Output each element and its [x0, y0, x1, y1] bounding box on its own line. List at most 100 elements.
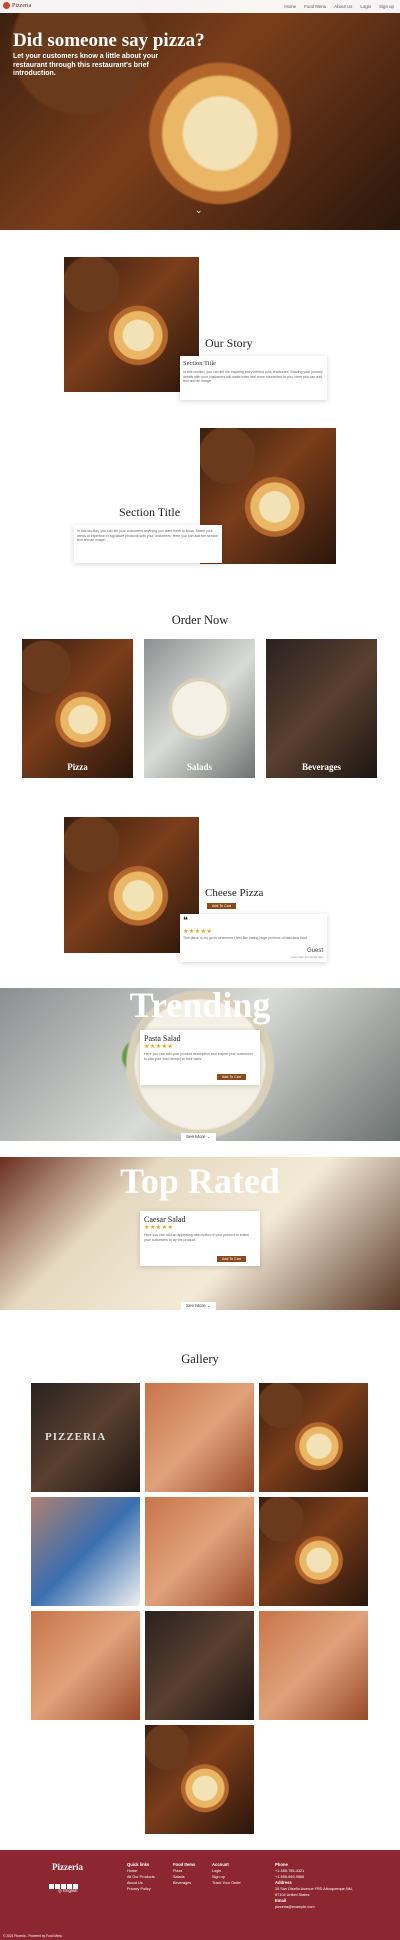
footer-account: Account Login Sign up Track Your Order: [212, 1862, 241, 1886]
review-card: ❝ ★★★★★ This place is my go-to whenever …: [180, 914, 327, 962]
trending-add-to-cart-button[interactable]: Add To Cart: [217, 1074, 246, 1080]
section2-heading: Section Title: [119, 505, 181, 519]
gallery-image-4[interactable]: [31, 1497, 140, 1606]
phone-1[interactable]: +1-555-755-4321: [275, 1869, 304, 1873]
phone-2[interactable]: +1-555-649-9866: [275, 1875, 304, 1879]
quick-links-title: Quick links: [127, 1862, 150, 1867]
language-label: English: [63, 1888, 78, 1893]
review-time: more than 3 months ago: [290, 955, 323, 959]
footer-link-salads[interactable]: Salads: [173, 1875, 185, 1879]
footer-link-all-products[interactable]: All Our Products: [127, 1875, 155, 1879]
main-nav: Home Food Menu About Us Login Sign up: [284, 4, 394, 9]
nav-food-menu[interactable]: Food Menu: [304, 4, 326, 9]
toprated-heading: Top Rated: [120, 1161, 280, 1201]
trending-see-more-label: See More: [186, 1134, 206, 1139]
category-beverages-label: Beverages: [302, 762, 341, 772]
featured-pizza-image: [64, 817, 199, 953]
copyright: © 2024 Pizzeria - Powered by Food Menu: [3, 1934, 63, 1938]
chevron-down-icon: ⌄: [206, 1303, 211, 1308]
trending-see-more-button[interactable]: See More ⌄: [181, 1133, 216, 1141]
toprated-card: Caesar Salad ★★★★★ Here you can add an a…: [140, 1211, 260, 1266]
quote-icon: ❝: [183, 915, 188, 925]
footer-link-home[interactable]: Home: [127, 1869, 137, 1873]
nav-login[interactable]: Login: [360, 4, 371, 9]
section2-card-text: In this section, you can tell your custo…: [77, 529, 219, 543]
story-heading: Our Story: [205, 336, 253, 350]
gallery-heading: Gallery: [181, 1352, 219, 1366]
gallery-image-5[interactable]: [145, 1497, 254, 1606]
trending-heading: Trending: [129, 988, 271, 1025]
footer-link-beverages[interactable]: Beverages: [173, 1881, 191, 1885]
phone-title: Phone: [275, 1862, 288, 1867]
featured-add-to-cart-button[interactable]: Add To Cart: [207, 903, 236, 909]
review-text: This place is my go-to whenever I feel l…: [183, 936, 308, 940]
email-link[interactable]: pizzeria@example.com: [275, 1905, 315, 1909]
toprated-see-more-button[interactable]: See More ⌄: [181, 1302, 216, 1310]
story-card-title: Section Title: [183, 360, 217, 367]
gallery-image-6[interactable]: [259, 1497, 368, 1606]
toprated-text: Here you can add an appealing descriptio…: [144, 1233, 250, 1242]
toprated-add-to-cart-button[interactable]: Add To Cart: [217, 1256, 246, 1262]
category-pizza-card[interactable]: Pizza: [22, 639, 133, 778]
gallery-image-1[interactable]: PIZZERIA: [31, 1383, 140, 1492]
gallery-image-8[interactable]: [145, 1611, 254, 1720]
category-pizza-label: Pizza: [67, 762, 88, 772]
gallery-image-10[interactable]: [145, 1725, 254, 1834]
pizza-logo-icon: [3, 2, 10, 9]
globe-icon: ◎: [58, 1888, 62, 1893]
nav-about-us[interactable]: About Us: [334, 4, 352, 9]
hero-title: Did someone say pizza?: [13, 30, 205, 51]
category-salads-label: Salads: [186, 762, 212, 772]
footer-link-pizza[interactable]: Pizza: [173, 1869, 182, 1873]
featured-title: Cheese Pizza: [205, 887, 264, 899]
category-beverages-card[interactable]: Beverages: [266, 639, 377, 778]
trending-card: Pasta Salad ★★★★★ Here you can add your …: [140, 1030, 260, 1085]
review-stars: ★★★★★: [183, 929, 213, 935]
gallery-image-2[interactable]: [145, 1383, 254, 1492]
brand-logo[interactable]: Pizzeria: [3, 2, 31, 9]
toprated-banner: Top Rated Caesar Salad ★★★★★ Here you ca…: [0, 1157, 400, 1310]
footer-link-about-us[interactable]: About Us: [127, 1881, 143, 1885]
facebook-icon[interactable]: [49, 1884, 54, 1889]
trending-text: Here you can add your product descriptio…: [144, 1052, 253, 1061]
footer-brand: Pizzeria: [52, 1862, 83, 1872]
review-author: Guest: [306, 948, 323, 954]
footer-quick-links: Quick links Home All Our Products About …: [127, 1862, 155, 1892]
address-line-2: 87104 United States: [275, 1893, 310, 1897]
gallery-image-9[interactable]: [259, 1611, 368, 1720]
address-line-1: 15 San Diseño Avenue FRD Albuquerque,NM,: [275, 1887, 353, 1891]
trending-stars: ★★★★★: [144, 1044, 174, 1050]
hero-banner: Did someone say pizza? Let your customer…: [0, 0, 400, 230]
order-heading: Order Now: [171, 613, 229, 627]
trending-item-title: Pasta Salad: [144, 1034, 181, 1043]
brand-name: Pizzeria: [12, 2, 32, 9]
footer-link-login[interactable]: Login: [212, 1869, 221, 1873]
toprated-stars: ★★★★★: [144, 1225, 174, 1231]
footer-food-items: Food Items Pizza Salads Beverages: [173, 1862, 195, 1886]
top-navbar: Pizzeria Home Food Menu About Us Login S…: [0, 0, 400, 13]
footer-contact: Phone +1-555-755-4321 +1-555-649-9866 Ad…: [275, 1862, 395, 1910]
category-salads-card[interactable]: Salads: [144, 639, 255, 778]
address-title: Address: [275, 1880, 292, 1885]
account-title: Account: [212, 1862, 229, 1867]
section2-card: In this section, you can tell your custo…: [74, 525, 222, 563]
footer-link-track-order[interactable]: Track Your Order: [212, 1881, 241, 1885]
story-card: Section Title In this section, you can t…: [180, 356, 327, 400]
gallery-sign-text: PIZZERIA: [45, 1431, 107, 1443]
hero-subtitle: Let your customers know a little about y…: [13, 53, 159, 77]
story-image: [64, 257, 199, 392]
gallery-image-3[interactable]: [259, 1383, 368, 1492]
nav-sign-up[interactable]: Sign up: [379, 4, 394, 9]
food-items-title: Food Items: [173, 1862, 196, 1867]
footer-link-privacy-policy[interactable]: Privacy Policy: [127, 1887, 151, 1891]
language-selector[interactable]: ◎ English: [58, 1888, 77, 1894]
chevron-down-icon[interactable]: ⌄: [195, 205, 203, 216]
footer-link-sign-up[interactable]: Sign up: [212, 1875, 225, 1879]
gallery-image-7[interactable]: [31, 1611, 140, 1720]
nav-home[interactable]: Home: [284, 4, 296, 9]
toprated-item-title: Caesar Salad: [144, 1215, 186, 1224]
email-title: Email: [275, 1898, 287, 1903]
trending-banner: Trending Pasta Salad ★★★★★ Here you can …: [0, 988, 400, 1141]
toprated-see-more-label: See More: [186, 1303, 206, 1308]
story-card-text: In this section, you can tell the inspir…: [183, 370, 323, 384]
